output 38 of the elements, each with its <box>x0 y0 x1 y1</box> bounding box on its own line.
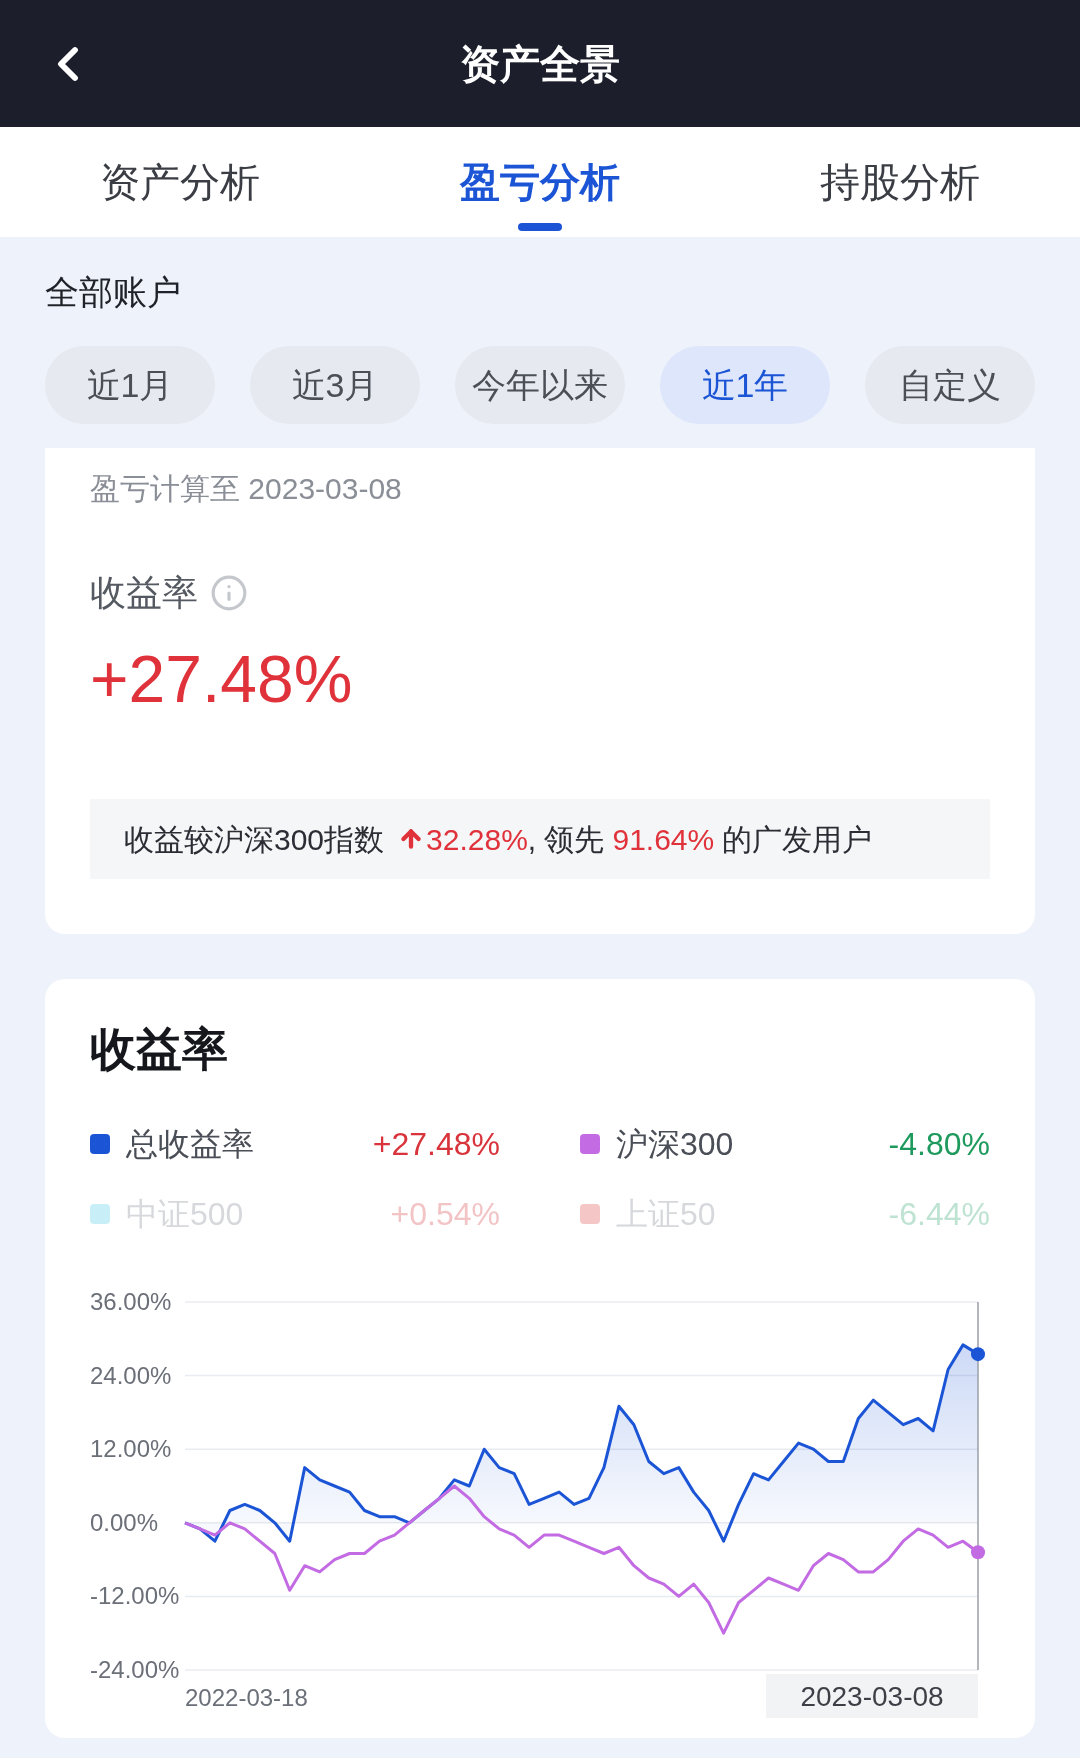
y-axis-label: 24.00% <box>90 1361 172 1389</box>
y-axis-label: -12.00% <box>90 1582 180 1610</box>
period-button[interactable]: 近1月 <box>45 346 215 424</box>
account-label: 全部账户 <box>45 273 181 311</box>
legend-swatch[interactable] <box>580 1204 600 1224</box>
period-button[interactable]: 今年以来 <box>455 346 625 424</box>
chart-title: 收益率 <box>90 1022 229 1077</box>
period-button[interactable]: 近3月 <box>250 346 420 424</box>
comparison-text: 的广发用户 <box>722 821 873 858</box>
legend-value: -6.44% <box>888 1195 990 1234</box>
info-icon[interactable] <box>210 574 248 612</box>
outperform-value: 32.28% <box>426 821 528 858</box>
x-axis-label: 2022-03-18 <box>185 1684 308 1711</box>
legend-label[interactable]: 总收益率 <box>126 1120 254 1168</box>
rank-value: 91.64% <box>612 821 715 858</box>
legend-swatch[interactable] <box>580 1134 600 1154</box>
tab[interactable]: 资产分析 <box>0 127 360 237</box>
legend-label[interactable]: 沪深300 <box>616 1120 734 1168</box>
comparison-text: 收益较沪深300指数 <box>124 821 385 858</box>
tab[interactable]: 盈亏分析 <box>360 127 720 237</box>
legend-value: +0.54% <box>390 1195 500 1234</box>
y-axis-label: 0.00% <box>90 1508 159 1536</box>
legend-swatch[interactable] <box>90 1134 110 1154</box>
legend-swatch[interactable] <box>90 1204 110 1224</box>
comparison-text: , 领先 <box>527 821 605 858</box>
as-of-date: 盈亏计算至 2023-03-08 <box>90 471 403 507</box>
period-button[interactable]: 近1年 <box>660 346 830 424</box>
x-axis-label: 2023-03-08 <box>800 1681 944 1712</box>
tab[interactable]: 持股分析 <box>720 127 1080 237</box>
page-title: 资产全景 <box>460 40 620 88</box>
y-axis-label: 36.00% <box>90 1288 172 1315</box>
period-button[interactable]: 自定义 <box>865 346 1035 424</box>
y-axis-label: 12.00% <box>90 1435 172 1463</box>
y-axis-label: -24.00% <box>90 1656 180 1683</box>
return-label: 收益率 <box>90 571 198 615</box>
legend-value: +27.48% <box>372 1125 500 1164</box>
return-value: +27.48% <box>90 641 354 718</box>
legend-value: -4.80% <box>888 1125 990 1164</box>
